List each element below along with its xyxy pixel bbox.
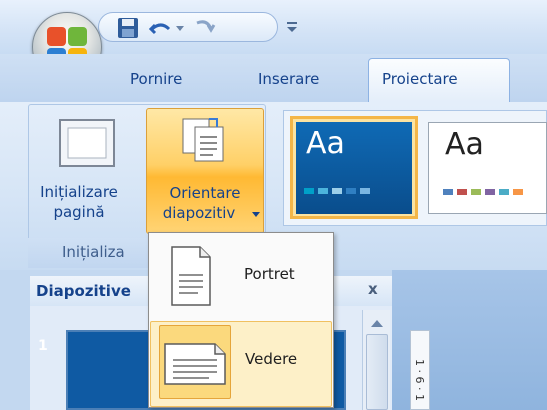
orientation-dropdown-menu: Portret Vedere: [148, 232, 334, 408]
theme-color-swatches: [304, 188, 404, 194]
tab-inserare[interactable]: Inserare: [258, 70, 319, 98]
theme-thumbnail-2[interactable]: Aa: [428, 122, 547, 214]
save-icon[interactable]: [117, 17, 139, 39]
slide-orientation-label-line2: diapozitiv: [162, 204, 236, 222]
theme-thumbnail-office[interactable]: Aa: [296, 122, 412, 214]
undo-icon[interactable]: [149, 17, 173, 39]
page-setup-group-label: Inițializa: [62, 243, 125, 261]
tab-proiectare[interactable]: Proiectare: [382, 70, 458, 98]
close-pane-button[interactable]: x: [368, 280, 378, 298]
slide-orientation-icon: [182, 118, 224, 162]
page-setup-label-line1: Inițializare: [40, 183, 118, 201]
landscape-page-icon: [164, 343, 226, 385]
page-setup-button[interactable]: Inițializare pagină: [34, 110, 142, 236]
tab-pornire[interactable]: Pornire: [130, 70, 182, 98]
menu-item-landscape[interactable]: Vedere: [150, 321, 332, 407]
theme-thumbnail-label: Aa: [306, 126, 345, 161]
page-setup-icon: [59, 119, 115, 167]
slide-orientation-button[interactable]: Orientare diapozitiv: [146, 108, 264, 234]
scroll-thumb[interactable]: [366, 334, 388, 410]
slides-pane-scrollbar[interactable]: [362, 310, 390, 410]
ruler-label: 1 · 6 · 1: [413, 359, 426, 401]
page-setup-label-line2: pagină: [53, 203, 105, 221]
menu-item-label: Vedere: [245, 350, 298, 368]
slide-number: 1: [38, 338, 48, 354]
customize-qat-icon[interactable]: [285, 20, 299, 34]
menu-item-portrait[interactable]: Portret: [150, 235, 332, 321]
undo-dropdown-icon[interactable]: [175, 25, 185, 33]
theme-thumbnail-label: Aa: [445, 127, 484, 162]
chevron-down-icon: [252, 212, 260, 217]
redo-icon[interactable]: [193, 17, 217, 39]
vertical-ruler: 1 · 6 · 1: [410, 330, 430, 410]
quick-access-toolbar: [98, 12, 278, 42]
scroll-up-icon[interactable]: [370, 318, 384, 328]
slide-orientation-label-line1: Orientare: [169, 184, 241, 202]
theme-color-swatches: [443, 189, 543, 195]
menu-item-label: Portret: [244, 265, 295, 283]
slides-tab[interactable]: Diapozitive: [36, 282, 131, 300]
portrait-page-icon: [171, 246, 211, 306]
